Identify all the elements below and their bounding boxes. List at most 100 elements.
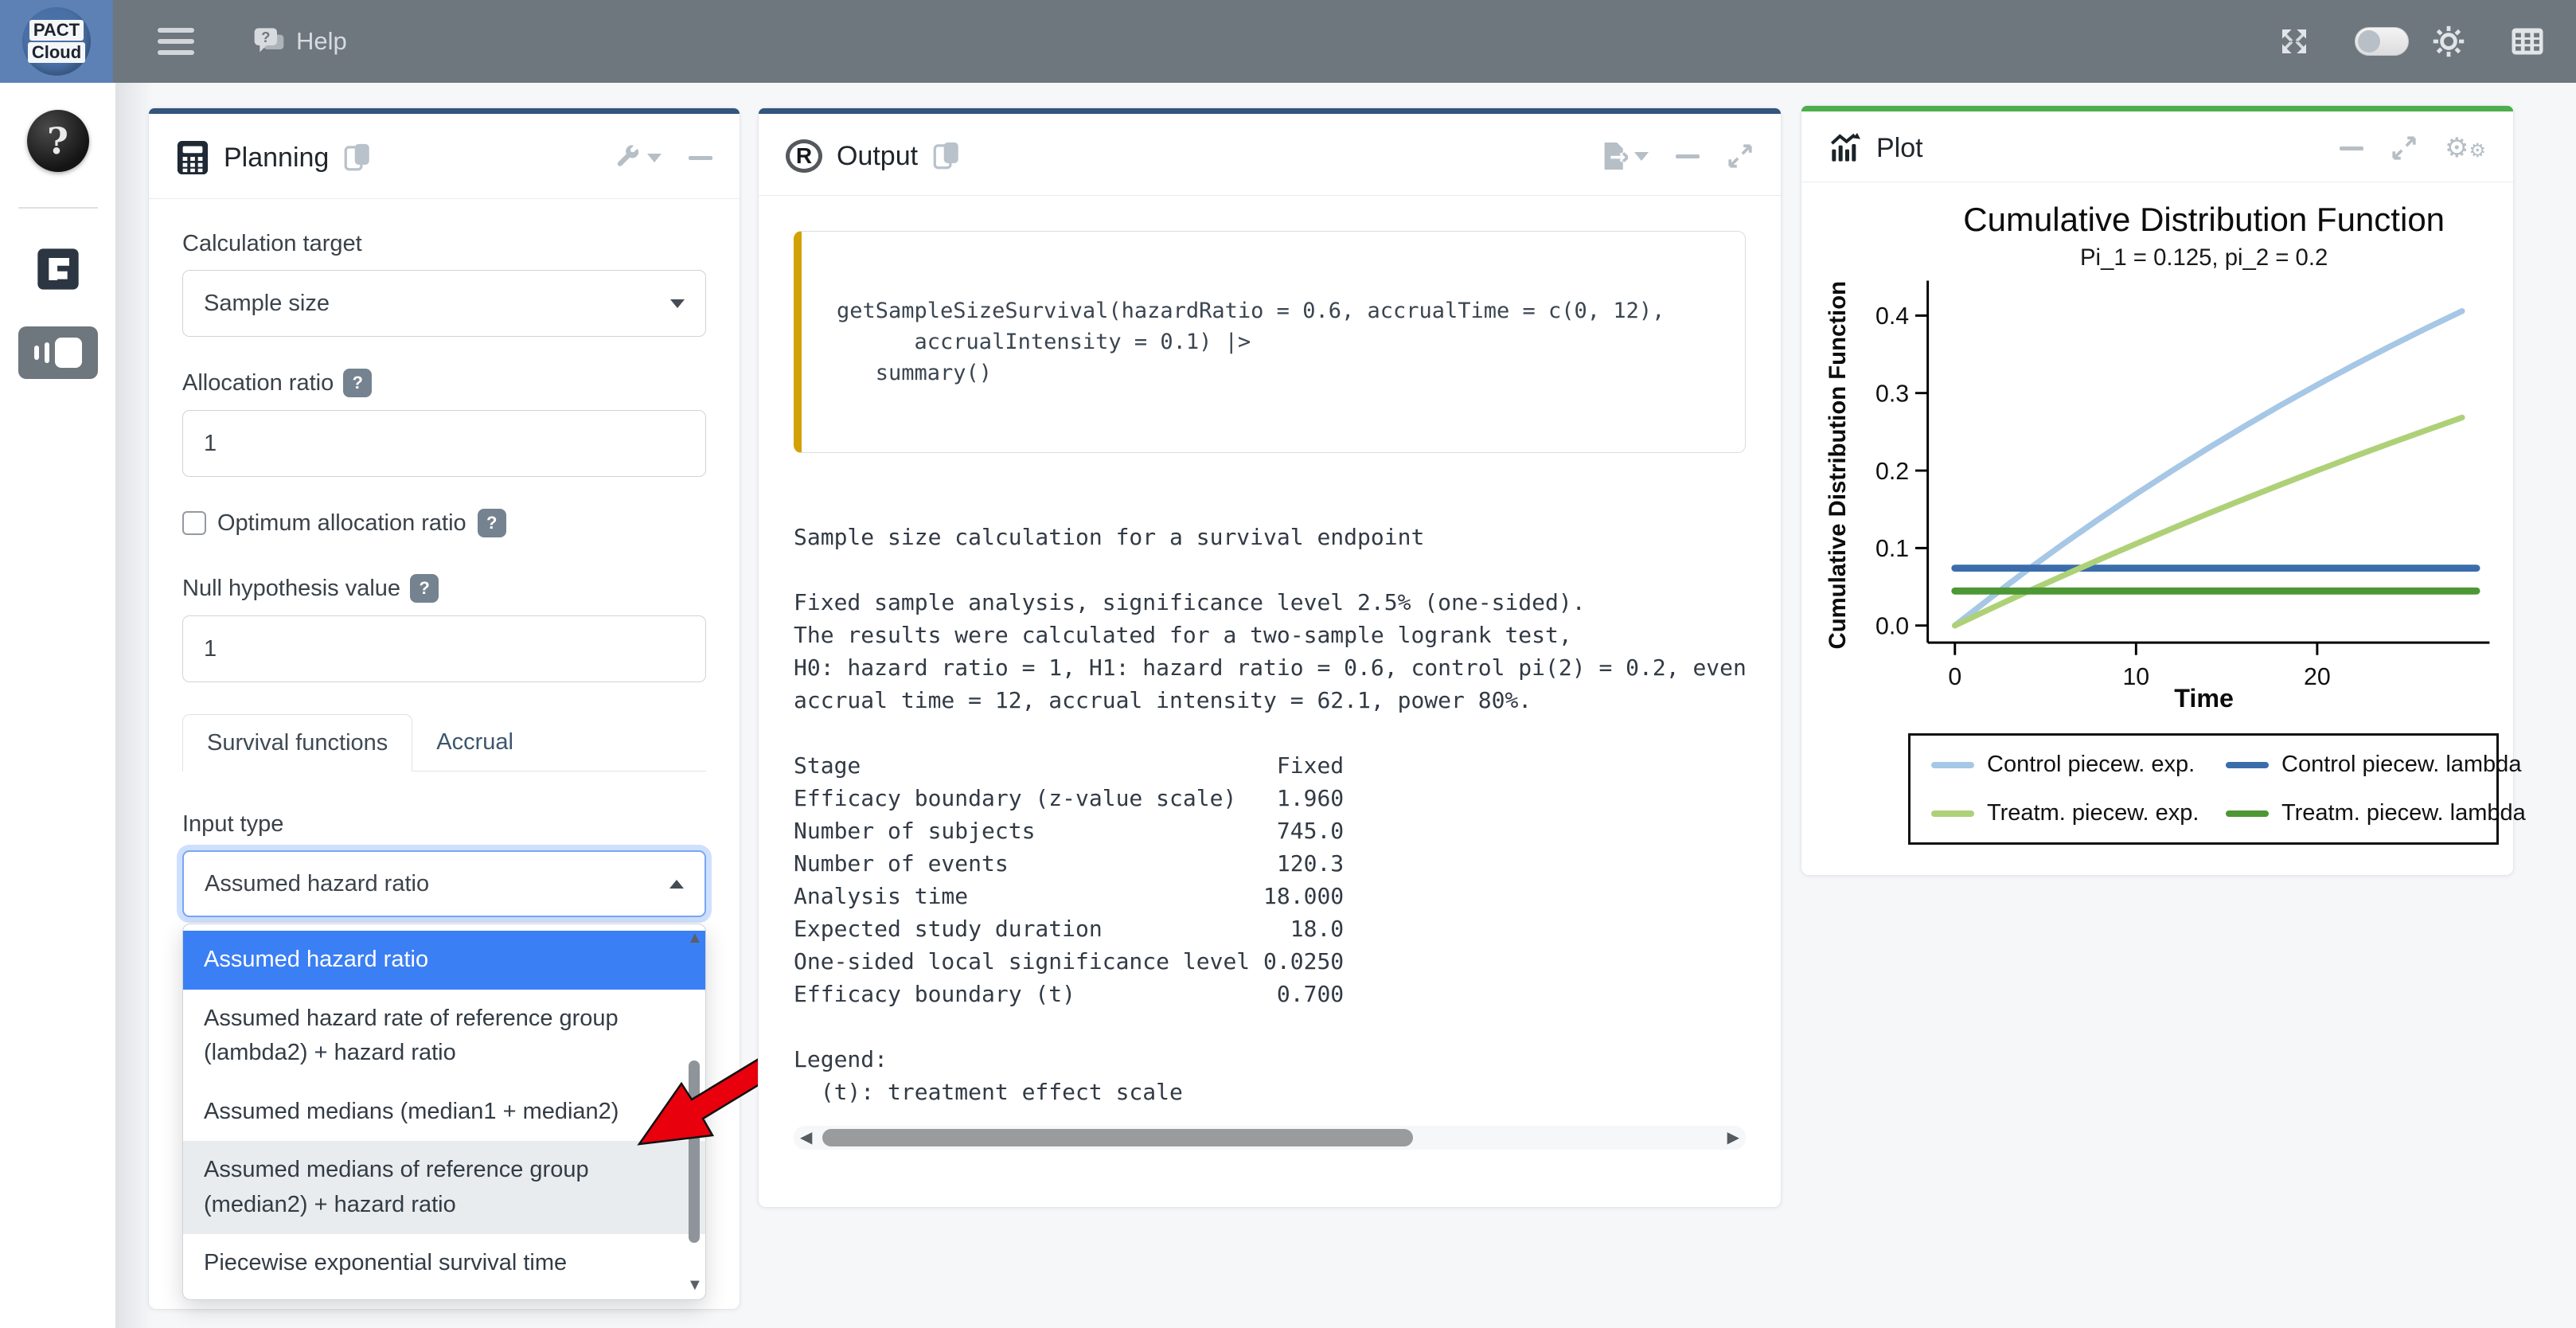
- copy-icon[interactable]: [932, 140, 961, 172]
- allocation-ratio-label: Allocation ratio: [182, 370, 334, 396]
- collapse-card-button[interactable]: [1676, 154, 1700, 158]
- sun-icon[interactable]: [2431, 24, 2466, 59]
- input-type-option[interactable]: Assumed medians of reference group (medi…: [183, 1141, 705, 1234]
- sidebar-toggle-button[interactable]: [158, 25, 194, 57]
- sidebar-item-panels-active[interactable]: [18, 326, 98, 379]
- svg-text:0.0: 0.0: [1875, 613, 1909, 639]
- collapse-card-button[interactable]: [689, 156, 712, 160]
- output-card-title: Output: [837, 141, 918, 172]
- wrench-icon: [614, 144, 641, 171]
- legend-label: Control piecew. exp.: [1987, 752, 2195, 778]
- scroll-down-icon[interactable]: ▼: [687, 1276, 701, 1295]
- expand-card-icon[interactable]: [2391, 135, 2418, 162]
- scrollbar-thumb[interactable]: [822, 1129, 1413, 1146]
- tab-survival-functions[interactable]: Survival functions: [182, 714, 412, 771]
- y-axis-label: Cumulative Distribution Function: [1825, 281, 1851, 649]
- null-hypothesis-input[interactable]: [182, 615, 706, 682]
- output-result: Sample size calculation for a survival e…: [794, 521, 1746, 1108]
- legend-item: Control piecew. lambda: [2226, 752, 2526, 778]
- chevron-up-icon: [669, 880, 684, 889]
- output-horizontal-scrollbar: ◀ ▶: [794, 1126, 1746, 1150]
- plot-card: Plot ⚙⚙ Cumulative Distribution Function…: [1801, 105, 2514, 876]
- chart-title: Cumulative Distribution Function: [1963, 201, 2445, 238]
- x-axis-label: Time: [2174, 684, 2234, 713]
- optimum-allocation-checkbox[interactable]: [182, 511, 206, 535]
- plot-card-title: Plot: [1876, 133, 1923, 164]
- cdf-chart-svg: Cumulative Distribution Function Pi_1 = …: [1811, 187, 2504, 725]
- legend-label: Treatm. piecew. lambda: [2281, 800, 2526, 826]
- legend-item: Treatm. piecew. exp.: [1931, 800, 2226, 826]
- output-code: getSampleSizeSurvival(hazardRatio = 0.6,…: [837, 295, 1710, 389]
- allocation-ratio-help-icon[interactable]: ?: [343, 369, 372, 397]
- help-avatar[interactable]: ?: [27, 110, 89, 172]
- panel-bars-icon: [45, 342, 49, 363]
- svg-text:0.4: 0.4: [1875, 303, 1909, 330]
- planning-tabs: Survival functions Accrual: [182, 714, 706, 771]
- fullscreen-icon[interactable]: [2278, 25, 2310, 57]
- svg-text:0.2: 0.2: [1875, 459, 1909, 485]
- dropdown-scrollbar: ▲ ▼: [687, 929, 701, 1295]
- copy-icon[interactable]: [343, 142, 372, 174]
- collapse-card-button[interactable]: [2340, 146, 2363, 150]
- legend-line-swatch: [1931, 762, 1974, 768]
- planning-card: Planning Calculation target Sample size: [148, 107, 740, 1310]
- sidebar-divider: [18, 207, 98, 209]
- allocation-ratio-input[interactable]: [182, 410, 706, 477]
- scroll-up-icon[interactable]: ▲: [687, 929, 701, 947]
- rpact-logo-icon: PACT Cloud: [22, 7, 91, 76]
- theme-toggle[interactable]: [2355, 27, 2409, 56]
- help-button[interactable]: ? Help: [252, 25, 347, 57]
- optimum-allocation-help-icon[interactable]: ?: [478, 509, 506, 537]
- calculator-icon: [176, 139, 209, 176]
- brand-logo[interactable]: PACT Cloud: [0, 0, 113, 83]
- input-type-dropdown-menu: Assumed hazard ratioAssumed hazard rate …: [182, 924, 706, 1300]
- chart-subtitle: Pi_1 = 0.125, pi_2 = 0.2: [2080, 244, 2328, 271]
- tab-accrual[interactable]: Accrual: [412, 714, 537, 771]
- grid-menu-icon[interactable]: [2511, 26, 2544, 57]
- scroll-right-icon[interactable]: ▶: [1727, 1127, 1739, 1147]
- input-type-option[interactable]: Assumed medians (median1 + median2): [183, 1083, 705, 1142]
- calculation-target-select[interactable]: Sample size: [182, 270, 706, 337]
- svg-text:20: 20: [2304, 664, 2331, 690]
- chevron-down-icon: [647, 154, 662, 162]
- legend-line-swatch: [2226, 810, 2269, 817]
- input-type-label: Input type: [182, 811, 706, 838]
- export-dropdown-button[interactable]: [1601, 141, 1649, 171]
- null-hypothesis-label: Null hypothesis value: [182, 576, 400, 602]
- input-type-option[interactable]: Piecewise exponential survival time: [183, 1234, 705, 1293]
- null-hypothesis-help-icon[interactable]: ?: [410, 574, 439, 603]
- r-logo-icon: R: [786, 139, 822, 173]
- help-label: Help: [296, 27, 347, 56]
- calculation-target-value: Sample size: [204, 291, 330, 317]
- design-app-icon[interactable]: [36, 247, 80, 291]
- chevron-down-icon: [670, 299, 685, 308]
- svg-text:0.3: 0.3: [1875, 381, 1909, 407]
- r-code-block: getSampleSizeSurvival(hazardRatio = 0.6,…: [794, 231, 1746, 453]
- input-type-menu-list: Assumed hazard ratioAssumed hazard rate …: [183, 931, 705, 1293]
- output-card: R Output: [758, 107, 1782, 1208]
- scroll-left-icon[interactable]: ◀: [800, 1127, 812, 1147]
- svg-text:0.1: 0.1: [1875, 536, 1909, 562]
- brand-line1: PACT: [29, 20, 84, 41]
- legend-item: Treatm. piecew. lambda: [2226, 800, 2526, 826]
- panel-icon: [55, 338, 82, 368]
- left-sidebar: ?: [0, 83, 115, 1328]
- optimum-allocation-label: Optimum allocation ratio: [217, 510, 466, 537]
- brand-line2: Cloud: [28, 42, 85, 63]
- panel-bars-icon: [34, 346, 39, 360]
- svg-text:10: 10: [2122, 664, 2149, 690]
- input-type-option[interactable]: Assumed hazard ratio: [183, 931, 705, 990]
- settings-dropdown-button[interactable]: [614, 144, 662, 171]
- chart-icon: [1829, 132, 1862, 164]
- input-type-select[interactable]: Assumed hazard ratio: [182, 850, 706, 917]
- top-navbar: PACT Cloud ? Help: [0, 0, 2576, 83]
- expand-card-icon[interactable]: [1727, 143, 1754, 170]
- chevron-down-icon: [1634, 152, 1649, 161]
- legend-item: Control piecew. exp.: [1931, 752, 2226, 778]
- scrollbar-thumb[interactable]: [689, 1060, 700, 1243]
- legend-line-swatch: [2226, 762, 2269, 768]
- plot-settings-gears-icon[interactable]: ⚙⚙: [2445, 135, 2486, 162]
- planning-card-title: Planning: [224, 143, 329, 174]
- input-type-option[interactable]: Assumed hazard rate of reference group (…: [183, 990, 705, 1083]
- svg-text:0: 0: [1948, 664, 1961, 690]
